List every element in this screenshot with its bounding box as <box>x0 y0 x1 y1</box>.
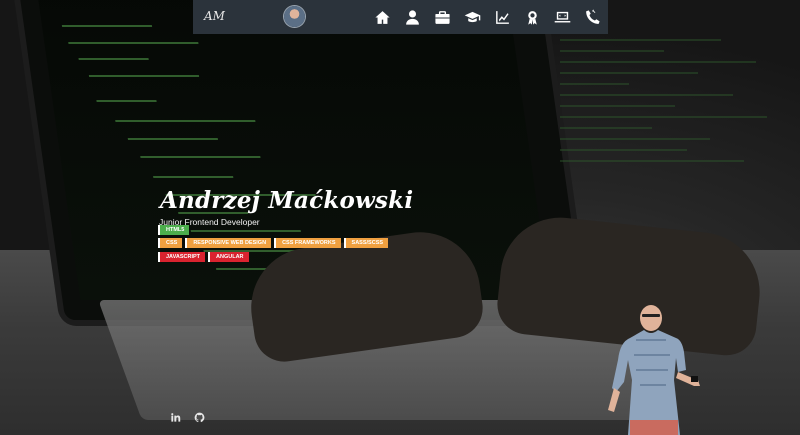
phone-icon[interactable] <box>582 7 602 27</box>
skill-tag: CSS Frameworks <box>274 238 341 248</box>
certificate-icon[interactable] <box>522 7 542 27</box>
avatar <box>284 6 305 27</box>
background-code <box>560 30 790 250</box>
site-logo[interactable]: AM <box>204 9 225 23</box>
skill-tag: HTML5 <box>158 225 190 235</box>
code-line <box>88 75 200 77</box>
chart-line-icon[interactable] <box>492 7 512 27</box>
code-line <box>140 156 261 158</box>
code-line <box>190 230 301 232</box>
social-links <box>169 411 205 423</box>
home-icon[interactable] <box>372 7 392 27</box>
code-line <box>127 138 218 140</box>
nav-icon-group <box>372 7 602 27</box>
skill-tag: CSS <box>158 238 183 248</box>
github-icon[interactable] <box>193 411 205 423</box>
code-line <box>61 25 153 27</box>
skill-row-js: JavaScript Angular <box>158 252 249 262</box>
portrait-figure <box>608 305 700 435</box>
code-line <box>96 100 157 102</box>
skill-row-basic: HTML5 <box>158 225 190 235</box>
hero-name: Andrzej Maćkowski <box>160 187 414 215</box>
code-line <box>68 42 199 44</box>
user-icon[interactable] <box>402 7 422 27</box>
graduation-cap-icon[interactable] <box>462 7 482 27</box>
linkedin-icon[interactable] <box>169 411 181 423</box>
laptop-code-icon[interactable] <box>552 7 572 27</box>
code-line <box>78 58 149 60</box>
code-line <box>153 176 234 178</box>
skill-tag: Responsive Web Design <box>185 238 272 248</box>
top-navbar: AM <box>193 0 608 34</box>
skill-row-css: CSS Responsive Web Design CSS Frameworks… <box>158 238 389 248</box>
skill-tag: Angular <box>208 252 249 262</box>
skill-tag: SASS/SCSS <box>343 238 389 248</box>
briefcase-icon[interactable] <box>432 7 452 27</box>
code-line <box>115 120 256 122</box>
skill-tag: JavaScript <box>158 252 206 262</box>
